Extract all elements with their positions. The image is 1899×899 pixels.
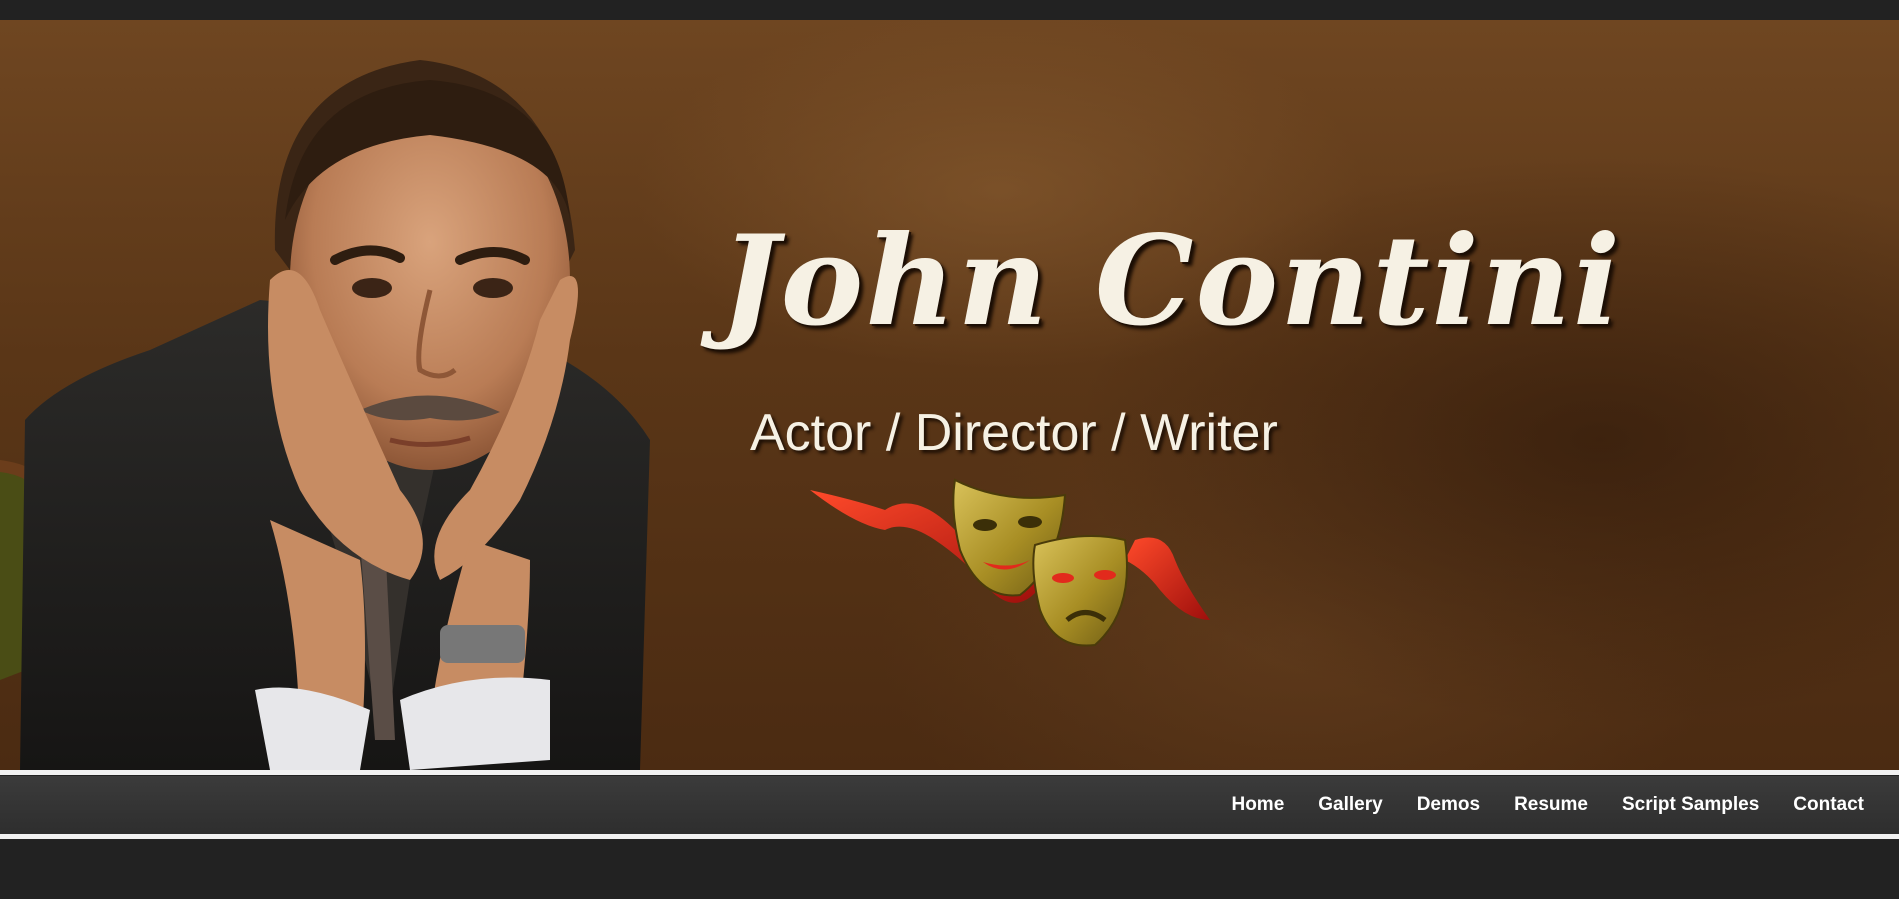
actor-portrait bbox=[0, 60, 650, 770]
site-tagline: Actor / Director / Writer bbox=[750, 404, 1278, 462]
nav-top-border bbox=[0, 770, 1899, 775]
nav-item-resume[interactable]: Resume bbox=[1497, 794, 1605, 816]
top-strip bbox=[0, 0, 1899, 20]
page-content-area bbox=[0, 840, 1899, 899]
nav-bottom-border bbox=[0, 834, 1899, 839]
nav-list: Home Gallery Demos Resume Script Samples… bbox=[1214, 776, 1881, 834]
nav-item-contact[interactable]: Contact bbox=[1776, 794, 1881, 816]
site-title: John Contini bbox=[720, 209, 1623, 354]
main-navigation: Home Gallery Demos Resume Script Samples… bbox=[0, 776, 1899, 834]
nav-item-home[interactable]: Home bbox=[1214, 794, 1301, 816]
hero-banner: John Contini Actor / Director / Writer bbox=[0, 20, 1899, 770]
nav-item-script-samples[interactable]: Script Samples bbox=[1605, 794, 1776, 816]
nav-item-gallery[interactable]: Gallery bbox=[1301, 794, 1399, 816]
comedy-tragedy-masks-icon bbox=[810, 478, 1210, 647]
nav-item-demos[interactable]: Demos bbox=[1400, 794, 1497, 816]
